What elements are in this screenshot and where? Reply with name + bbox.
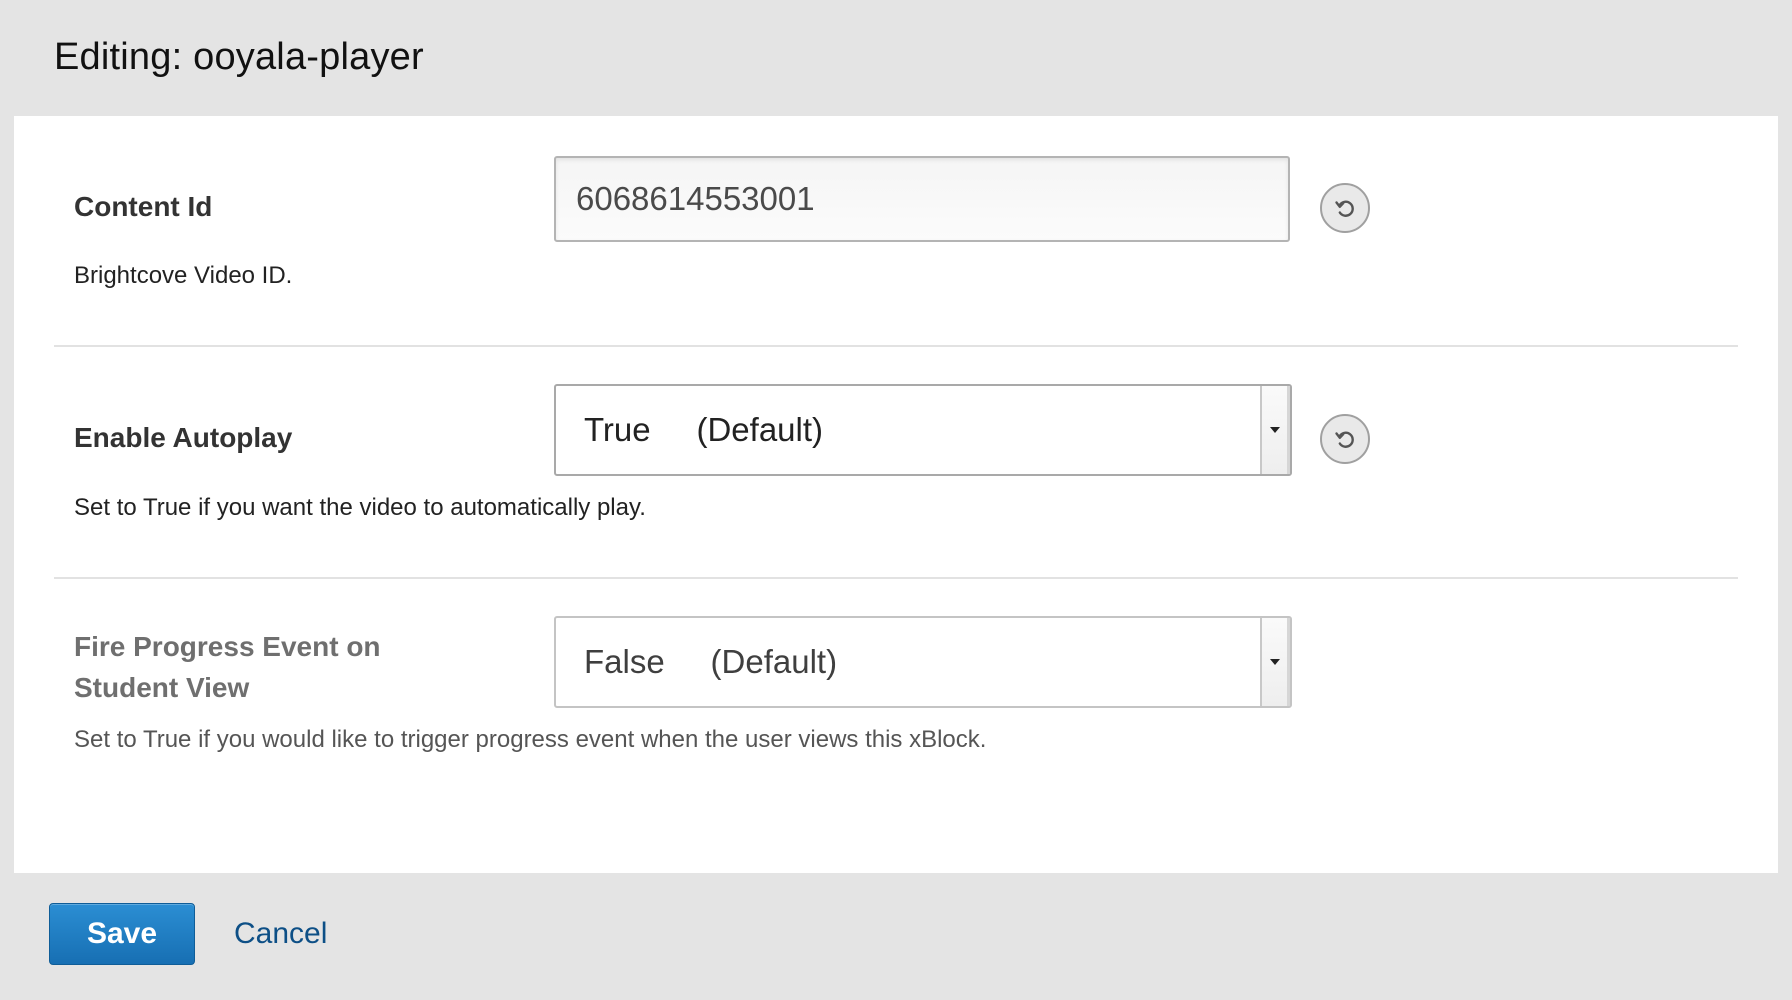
field-divider	[54, 345, 1738, 347]
content-id-input[interactable]	[554, 156, 1290, 242]
content-id-field: Content Id Brightcove Video ID.	[54, 116, 1738, 346]
enable-autoplay-help: Set to True if you want the video to aut…	[74, 494, 646, 521]
cancel-button[interactable]: Cancel	[234, 917, 327, 951]
modal-title: Editing: ooyala-player	[54, 36, 424, 78]
fire-progress-event-help: Set to True if you would like to trigger…	[74, 726, 987, 753]
content-id-reset-button[interactable]	[1320, 183, 1370, 233]
content-id-help: Brightcove Video ID.	[74, 262, 293, 289]
field-divider	[54, 577, 1738, 579]
enable-autoplay-field: Enable Autoplay True (Default) Set to Tr…	[54, 348, 1738, 578]
modal-footer: Save Cancel	[0, 873, 1792, 1000]
settings-panel: Content Id Brightcove Video ID. Enable A…	[14, 116, 1778, 873]
enable-autoplay-label: Enable Autoplay	[74, 422, 293, 453]
dropdown-toggle[interactable]	[1260, 386, 1290, 474]
enable-autoplay-reset-button[interactable]	[1320, 414, 1370, 464]
chevron-down-icon	[1270, 427, 1280, 433]
save-button[interactable]: Save	[49, 903, 195, 965]
fire-progress-event-field: Fire Progress Event on Student View Fals…	[54, 580, 1738, 840]
content-id-label: Content Id	[74, 191, 213, 222]
enable-autoplay-selected-value: True (Default)	[584, 411, 824, 448]
dropdown-toggle[interactable]	[1260, 618, 1290, 706]
fire-progress-event-selected-value: False (Default)	[584, 643, 838, 680]
fire-progress-event-select[interactable]: False (Default)	[554, 616, 1292, 708]
reset-icon	[1335, 431, 1354, 448]
chevron-down-icon	[1270, 659, 1280, 665]
modal-header: Editing: ooyala-player	[0, 0, 1792, 116]
enable-autoplay-select[interactable]: True (Default)	[554, 384, 1292, 476]
reset-icon	[1335, 200, 1354, 217]
fire-progress-event-label: Fire Progress Event on Student View	[74, 631, 381, 703]
